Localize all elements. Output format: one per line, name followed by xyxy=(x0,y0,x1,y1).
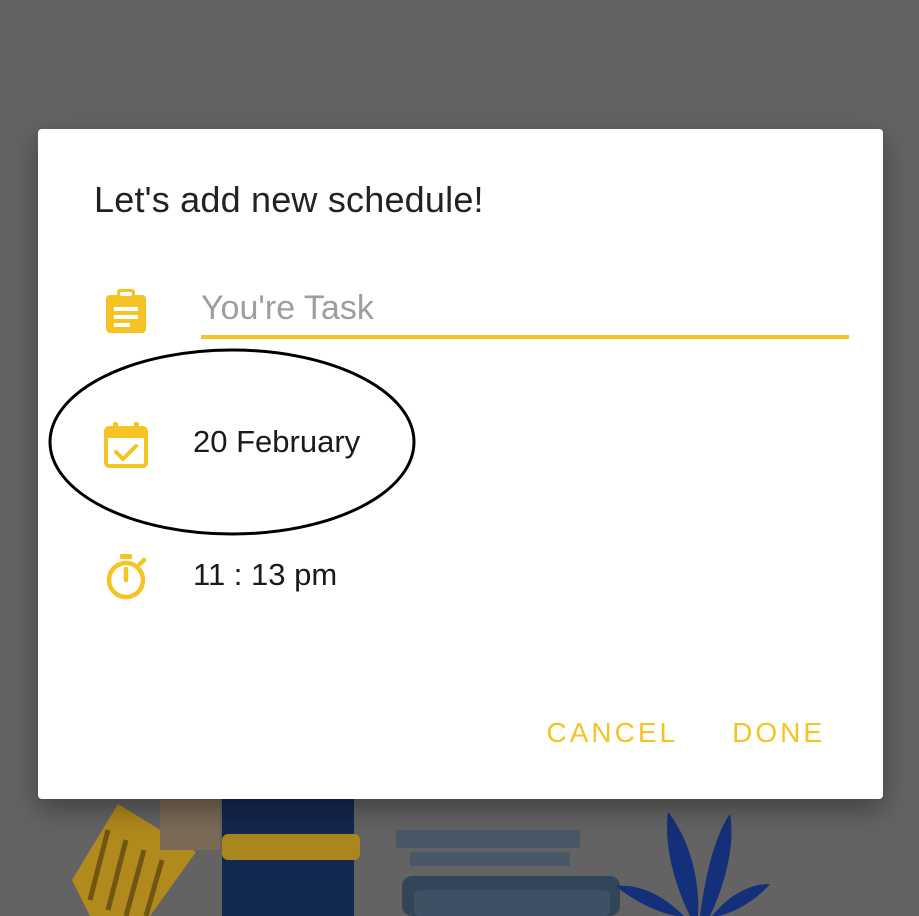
paper-note-illustration xyxy=(72,800,220,916)
done-button[interactable]: DONE xyxy=(732,717,825,749)
clipboard-icon xyxy=(100,285,152,337)
person-arm-illustration xyxy=(222,798,360,916)
calendar-check-icon xyxy=(100,419,152,471)
stopwatch-icon xyxy=(100,551,152,603)
desk-objects-illustration xyxy=(396,830,620,916)
dialog-title: Let's add new schedule! xyxy=(94,179,484,220)
task-input[interactable] xyxy=(201,281,849,339)
dialog-actions: CANCEL DONE xyxy=(547,717,826,749)
time-value[interactable]: 11 : 13 pm xyxy=(193,557,337,593)
date-value[interactable]: 20 February xyxy=(193,424,360,460)
add-schedule-dialog: Let's add new schedule! 20 February xyxy=(38,129,883,799)
cancel-button[interactable]: CANCEL xyxy=(547,717,679,749)
plant-illustration xyxy=(616,812,770,916)
